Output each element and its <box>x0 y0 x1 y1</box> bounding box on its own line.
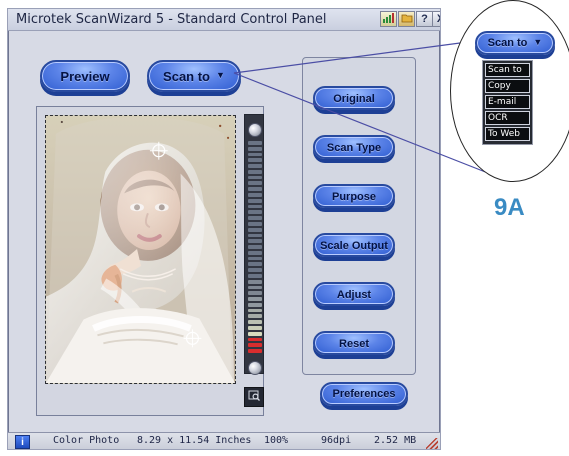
slider-segment <box>248 187 262 192</box>
adjust-label: Adjust <box>336 288 372 301</box>
slider-segment <box>248 204 262 209</box>
close-icon: X <box>437 13 440 25</box>
scan-type-label: Scan Type <box>326 141 382 154</box>
slider-segment <box>248 291 262 296</box>
help-icon: ? <box>421 13 428 25</box>
slider-segment <box>248 221 262 226</box>
slider-segment <box>248 314 262 319</box>
slider-segment <box>248 279 262 284</box>
folder-icon-button[interactable] <box>398 11 415 27</box>
slider-bottom-knob[interactable] <box>248 361 262 375</box>
original-label: Original <box>333 92 375 105</box>
scale-output-button[interactable]: Scale Output <box>313 233 395 257</box>
bride-photo-image <box>46 116 235 383</box>
scan-type-button[interactable]: Scan Type <box>313 135 395 159</box>
status-file-size: 2.52 MB <box>374 435 417 446</box>
slider-segment <box>248 268 262 272</box>
slider-segment <box>248 216 262 220</box>
menu-item-scan-to: Scan to <box>485 63 530 77</box>
zoom-slider[interactable] <box>244 114 264 419</box>
scan-to-button[interactable]: Scan to ▼ <box>147 60 241 92</box>
folder-icon <box>401 13 413 26</box>
status-zoom: 100% <box>264 435 289 446</box>
chart-icon-button[interactable] <box>380 11 397 27</box>
menu-item-ocr: OCR <box>485 111 530 125</box>
document-stage: Microtek ScanWizard 5 - Standard Control… <box>0 0 569 456</box>
reset-button[interactable]: Reset <box>313 331 395 355</box>
callout-scan-to-label: Scan to <box>487 37 528 49</box>
scale-output-label: Scale Output <box>320 239 388 252</box>
slider-segment <box>248 175 262 180</box>
status-dpi: 96dpi <box>321 435 352 446</box>
slider-segment <box>248 245 262 249</box>
slider-segment <box>248 337 262 342</box>
slider-segment <box>248 302 262 307</box>
window-titlebar: Microtek ScanWizard 5 - Standard Control… <box>8 9 440 31</box>
slider-top-knob[interactable] <box>248 123 262 137</box>
slider-segment <box>248 169 262 174</box>
slider-segment <box>248 164 262 168</box>
slider-segment <box>248 210 262 215</box>
original-button[interactable]: Original <box>313 86 395 110</box>
preferences-button[interactable]: Preferences <box>320 382 408 406</box>
status-bar: i Color Photo 8.29 x 11.54 Inches 100% 9… <box>8 432 440 449</box>
slider-segment <box>248 158 262 163</box>
help-button[interactable]: ? <box>416 11 433 27</box>
close-button[interactable]: X <box>432 11 440 27</box>
slider-segment <box>248 198 262 203</box>
slider-segment <box>248 141 262 145</box>
preview-button[interactable]: Preview <box>40 60 130 92</box>
purpose-label: Purpose <box>331 190 376 203</box>
slider-segment <box>248 273 262 278</box>
scanner-window: Microtek ScanWizard 5 - Standard Control… <box>7 8 441 450</box>
scan-to-menu: Scan to Copy E-mail OCR To Web <box>482 60 533 145</box>
menu-item-to-web: To Web <box>485 127 530 141</box>
slider-segment <box>248 262 262 267</box>
slider-segment <box>248 308 262 313</box>
chevron-down-icon: ▼ <box>216 70 225 80</box>
status-size: 8.29 x 11.54 Inches <box>137 435 252 446</box>
chevron-down-icon: ▼ <box>533 37 543 47</box>
chart-icon <box>382 12 395 26</box>
slider-track[interactable] <box>244 114 264 375</box>
magnifier-button[interactable] <box>244 387 264 407</box>
preview-photo <box>45 115 236 384</box>
slider-segment <box>248 193 262 197</box>
slider-segment <box>248 331 262 336</box>
slider-segment <box>248 343 262 348</box>
figure-label: 9A <box>494 194 525 221</box>
status-color-mode: Color Photo <box>53 435 120 446</box>
menu-item-copy: Copy <box>485 79 530 93</box>
slider-segment <box>248 146 262 151</box>
slider-segment <box>248 233 262 238</box>
window-title: Microtek ScanWizard 5 - Standard Control… <box>16 12 327 27</box>
slider-segment <box>248 285 262 290</box>
slider-segment <box>248 227 262 232</box>
magnifier-icon <box>247 388 261 407</box>
slider-scale <box>248 141 262 353</box>
scan-to-label: Scan to <box>163 68 211 84</box>
reset-label: Reset <box>339 337 369 350</box>
menu-item-email: E-mail <box>485 95 530 109</box>
control-panel: Original Scan Type Purpose Scale Output … <box>302 57 416 375</box>
resize-grip-icon[interactable] <box>426 438 438 449</box>
slider-segment <box>248 250 262 255</box>
info-icon[interactable]: i <box>15 435 30 449</box>
preview-area[interactable] <box>36 106 264 416</box>
callout-scan-to-button: Scan to ▼ <box>475 31 555 55</box>
slider-segment <box>248 320 262 324</box>
purpose-button[interactable]: Purpose <box>313 184 395 208</box>
slider-segment <box>248 349 262 353</box>
slider-segment <box>248 152 262 157</box>
adjust-button[interactable]: Adjust <box>313 282 395 306</box>
slider-segment <box>248 239 262 244</box>
slider-segment <box>248 326 262 330</box>
slider-segment <box>248 256 262 261</box>
slider-segment <box>248 181 262 186</box>
slider-segment <box>248 297 262 301</box>
